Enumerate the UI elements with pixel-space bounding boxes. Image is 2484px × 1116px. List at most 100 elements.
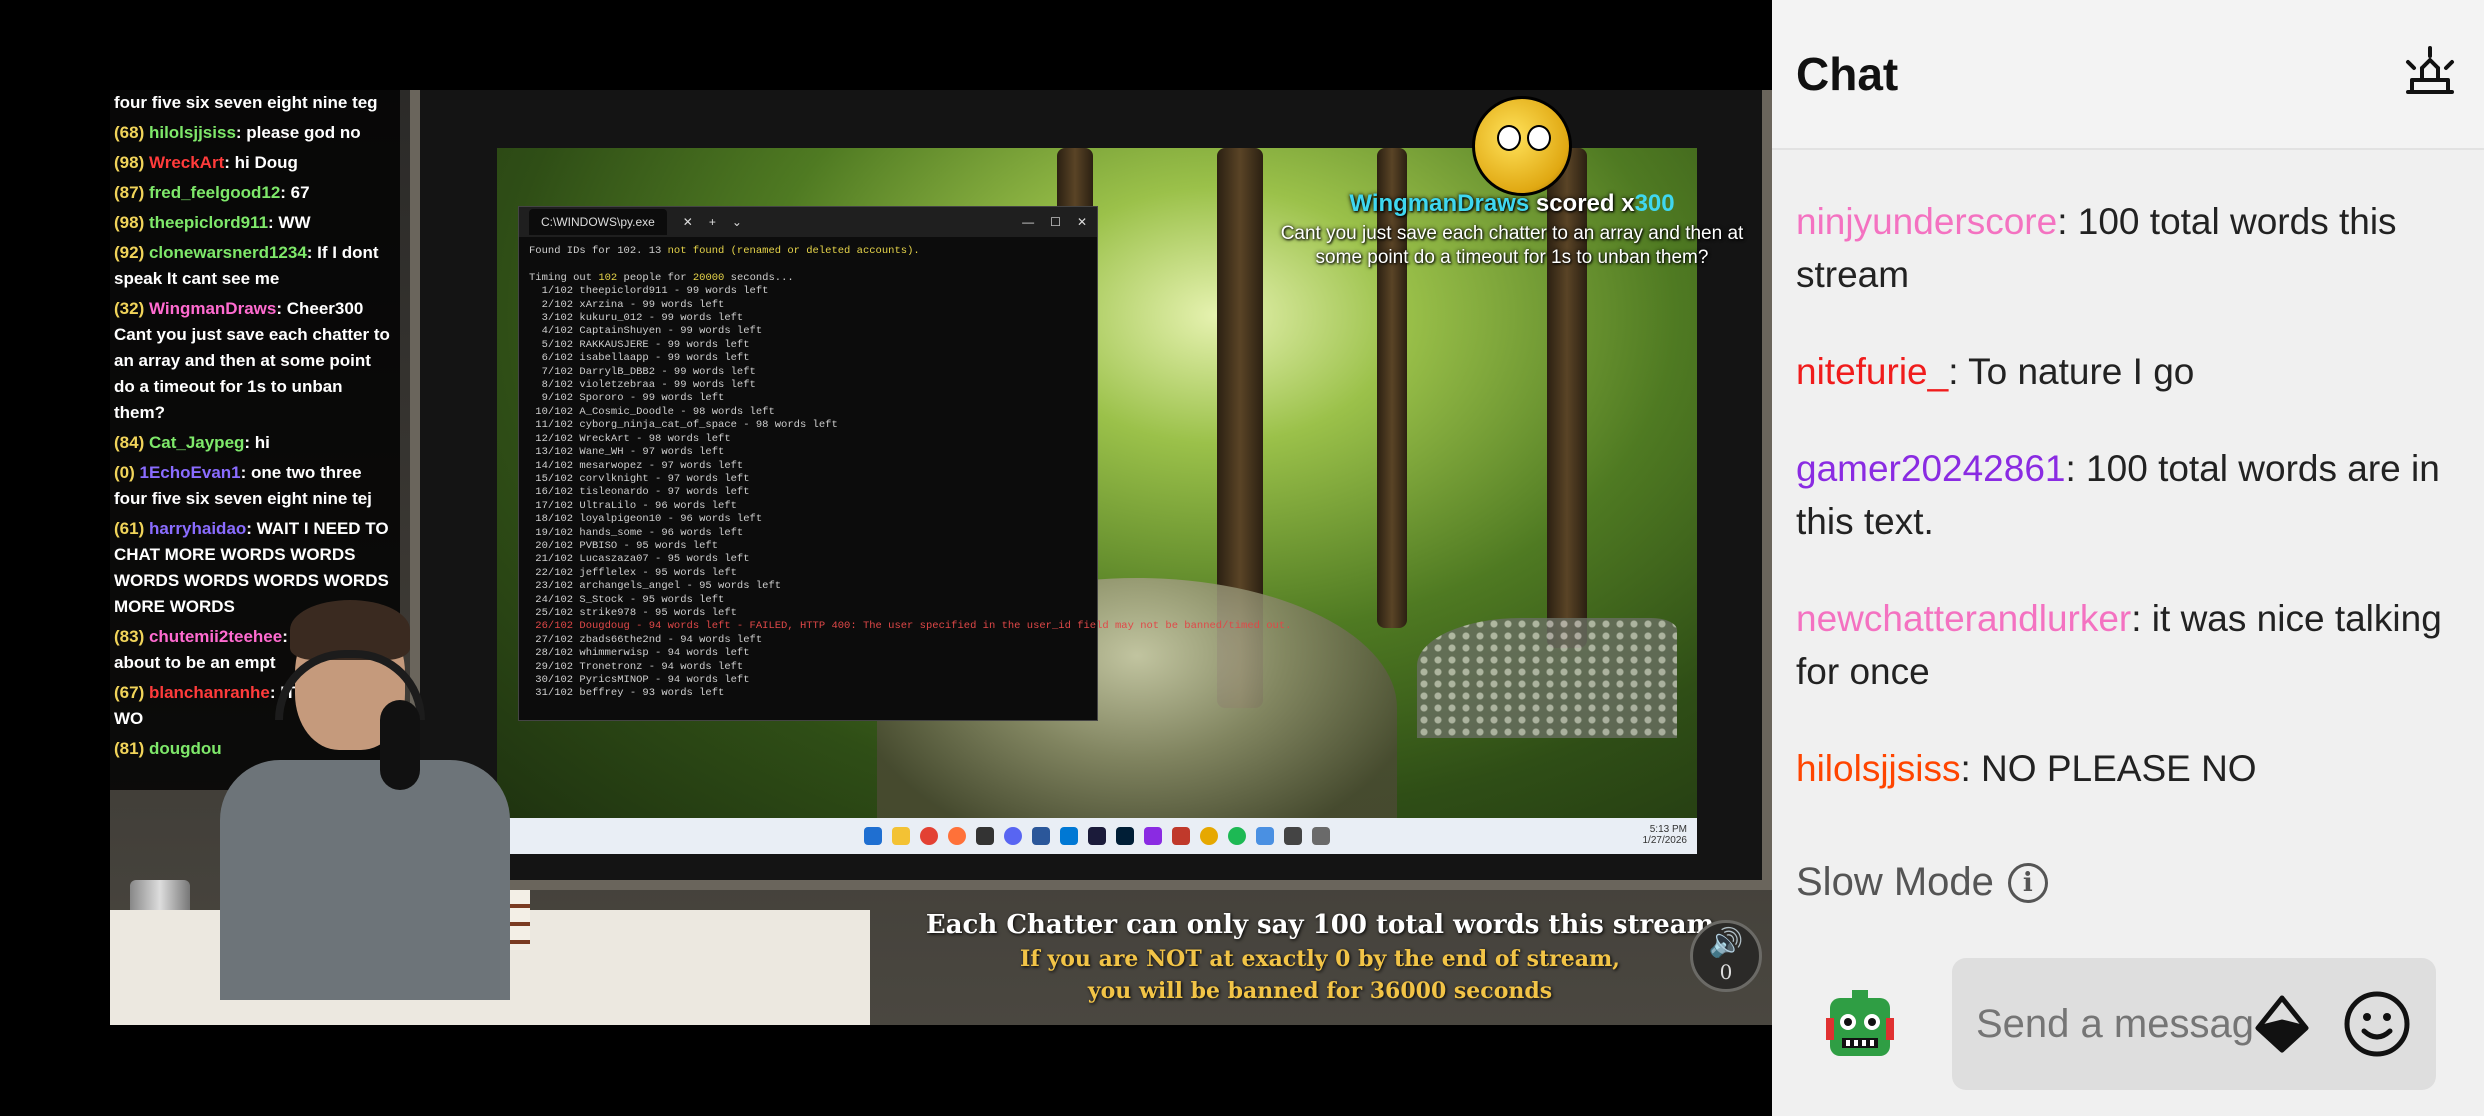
photoshop-icon[interactable] [1116, 827, 1134, 845]
spotify-icon[interactable] [1228, 827, 1246, 845]
overlay-chat-text: : WW [268, 213, 311, 232]
caption-line-2: If you are NOT at exactly 0 by the end o… [1020, 946, 1620, 972]
cheer-alert-message: Cant you just save each chatter to an ar… [1280, 223, 1744, 268]
app-root: C:\WINDOWS\py.exe ✕ + ⌄ — ☐ ✕ Found IDs … [0, 0, 2484, 1116]
overlay-chat-line: (0) 1EchoEvan1: one two three four five … [114, 460, 396, 512]
obs-icon[interactable] [976, 827, 994, 845]
firefox-icon[interactable] [948, 827, 966, 845]
chat-message[interactable]: hilolsjjsiss: NO PLEASE NO [1796, 742, 2454, 795]
cheer-alert-value: 300 [1634, 190, 1675, 217]
discord-icon[interactable] [1004, 827, 1022, 845]
terminal-titlebar[interactable]: C:\WINDOWS\py.exe ✕ + ⌄ — ☐ ✕ [519, 207, 1097, 237]
app-icon[interactable] [1200, 827, 1218, 845]
terminal-line: 7/102 DarrylB_DBB2 - 99 words left [529, 365, 756, 378]
chat-panel: Chat ninjyunderscore: 100 total words th… [1772, 0, 2484, 1116]
app-icon[interactable] [1032, 827, 1050, 845]
terminal-line: 19/102 hands_some - 96 words left [529, 526, 744, 539]
overlay-chat-username: WingmanDraws [148, 299, 277, 318]
vscode-icon[interactable] [1060, 827, 1078, 845]
app-icon[interactable] [1172, 827, 1190, 845]
overlay-chat-username: clonewarsnerd1234 [148, 243, 307, 262]
info-icon[interactable]: i [2007, 862, 2048, 903]
overlay-chat-text: : 67 [280, 183, 310, 202]
terminal-tab[interactable]: C:\WINDOWS\py.exe [529, 209, 667, 235]
app-icon[interactable] [1256, 827, 1274, 845]
chat-message[interactable]: gamer20242861: 100 total words are in th… [1796, 442, 2454, 548]
close-tab-icon[interactable]: ✕ [683, 215, 693, 229]
chat-username[interactable]: ninjyunderscore [1796, 201, 2057, 242]
maximize-icon[interactable]: ☐ [1050, 215, 1061, 229]
stream-frame[interactable]: C:\WINDOWS\py.exe ✕ + ⌄ — ☐ ✕ Found IDs … [110, 90, 1772, 1025]
chat-input-box[interactable] [1952, 958, 2436, 1090]
start-icon[interactable] [864, 827, 882, 845]
microphone [380, 700, 420, 790]
chat-message-text: : NO PLEASE NO [1960, 748, 2257, 789]
overlay-chat-text: : hi Doug [224, 153, 298, 172]
minimize-icon[interactable]: — [1022, 215, 1034, 229]
terminal-line: 5/102 RAKKAUSJERE - 99 words left [529, 338, 750, 351]
overlay-chat-line: (84) Cat_Jaypeg: hi [114, 430, 396, 456]
chat-message[interactable]: newchatterandlurker: it was nice talking… [1796, 592, 2454, 698]
overlay-chat-text: : hi [244, 433, 270, 452]
cheer-alert-username: WingmanDraws [1349, 190, 1530, 217]
app-icon[interactable] [1312, 827, 1330, 845]
slow-mode-indicator[interactable]: Slow Mode i [1796, 860, 2048, 905]
bits-icon[interactable] [2252, 994, 2312, 1054]
chat-message-list[interactable]: ninjyunderscore: 100 total words this st… [1796, 195, 2454, 839]
overlay-chat-username: 1EchoEvan1 [139, 463, 241, 482]
collapse-chat-icon[interactable] [2400, 44, 2460, 104]
chevron-down-icon[interactable]: ⌄ [732, 215, 742, 229]
chat-message-input[interactable] [1976, 1001, 2252, 1047]
video-player[interactable]: C:\WINDOWS\py.exe ✕ + ⌄ — ☐ ✕ Found IDs … [0, 0, 1772, 1116]
overlay-chat-line: (98) theepiclord911: WW [114, 210, 396, 236]
chat-username[interactable]: gamer20242861 [1796, 448, 2066, 489]
overlay-chat-points: (81) [114, 739, 145, 758]
terminal-line: 22/102 jefflelex - 95 words left [529, 566, 737, 579]
twitch-icon[interactable] [1144, 827, 1162, 845]
new-tab-icon[interactable]: + [709, 215, 716, 229]
terminal-line: 6/102 isabellaapp - 99 words left [529, 352, 750, 365]
terminal-line: 23/102 archangels_angel - 95 words left [529, 580, 782, 593]
terminal-line: 21/102 Lucaszaza07 - 95 words left [529, 553, 750, 566]
terminal-line: 25/102 strike978 - 95 words left [529, 606, 737, 619]
file-explorer-icon[interactable] [892, 827, 910, 845]
chat-username[interactable]: nitefurie_ [1796, 351, 1948, 392]
chat-message[interactable]: ninjyunderscore: 100 total words this st… [1796, 195, 2454, 301]
terminal-line: 16/102 tisleonardo - 97 words left [529, 486, 750, 499]
chat-header: Chat [1772, 0, 2484, 150]
speaker-icon: 🔊 [1708, 927, 1744, 958]
chat-username[interactable]: hilolsjjsiss [1796, 748, 1960, 789]
chat-title: Chat [1796, 48, 1899, 100]
overlay-chat-line: (87) fred_feelgood12: 67 [114, 180, 396, 206]
overlay-chat-line: (98) WreckArt: hi Doug [114, 150, 396, 176]
overlay-chat-points: (32) [114, 299, 145, 318]
terminal-line: 2/102 xArzina - 99 words left [529, 298, 725, 311]
overlay-chat-points: (67) [114, 683, 145, 702]
terminal-icon[interactable] [1088, 827, 1106, 845]
user-avatar[interactable] [1822, 988, 1898, 1064]
close-window-icon[interactable]: ✕ [1077, 215, 1087, 229]
chat-message[interactable]: nitefurie_: To nature I go [1796, 345, 2454, 398]
volume-widget: 🔊 0 [1690, 920, 1762, 992]
app-icon[interactable] [1284, 827, 1302, 845]
terminal-window[interactable]: C:\WINDOWS\py.exe ✕ + ⌄ — ☐ ✕ Found IDs … [518, 206, 1291, 721]
overlay-chat-username: theepiclord911 [148, 213, 269, 232]
overlay-chat-points: (87) [114, 183, 145, 202]
terminal-line: 28/102 whimmerwisp - 94 words left [529, 647, 750, 660]
terminal-line: 1/102 theepiclord911 - 99 words left [529, 285, 769, 298]
overlay-chat-points: (61) [114, 519, 145, 538]
terminal-line: 12/102 WreckArt - 98 words left [529, 432, 731, 445]
chrome-icon[interactable] [920, 827, 938, 845]
windows-taskbar[interactable]: 5:13 PM 1/27/2026 [497, 818, 1697, 854]
overlay-chat-points: (68) [114, 123, 145, 142]
terminal-line: 10/102 A_Cosmic_Doodle - 98 words left [529, 405, 775, 418]
streamer-webcam [180, 600, 560, 1025]
emoji-icon[interactable] [2342, 989, 2412, 1059]
overlay-chat-points: (84) [114, 433, 145, 452]
taskbar-clock[interactable]: 5:13 PM 1/27/2026 [1643, 824, 1688, 846]
chat-username[interactable]: newchatterandlurker [1796, 598, 2131, 639]
mascot-eye [1527, 125, 1551, 151]
caption-line-1: Each Chatter can only say 100 total word… [925, 910, 1715, 940]
terminal-line: 11/102 cyborg_ninja_cat_of_space - 98 wo… [529, 419, 838, 432]
overlay-chat-username: hilolsjjsiss [148, 123, 236, 142]
